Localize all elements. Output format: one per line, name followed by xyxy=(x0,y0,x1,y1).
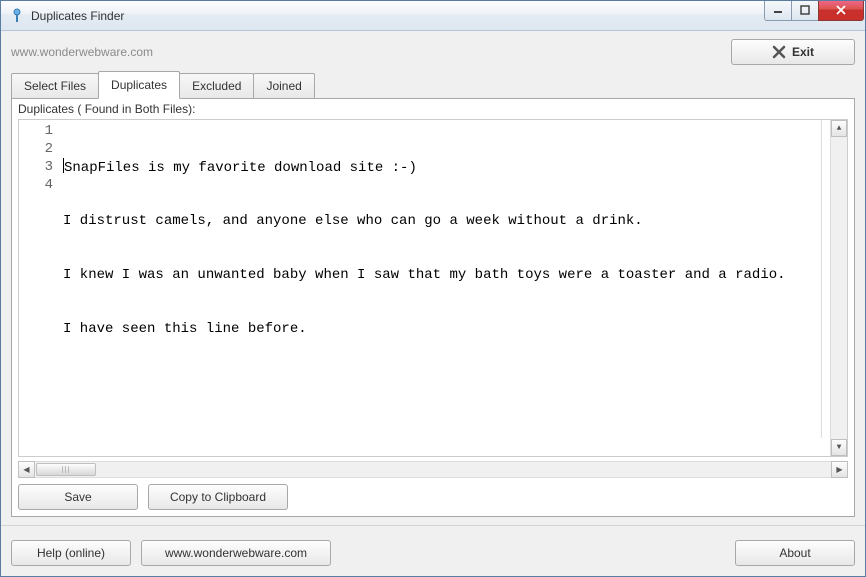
app-window: Duplicates Finder www.wonderwebware.com … xyxy=(0,0,866,577)
editor-line: SnapFiles is my favorite download site :… xyxy=(64,160,417,176)
window-controls xyxy=(765,1,864,21)
editor-content[interactable]: SnapFiles is my favorite download site :… xyxy=(59,120,830,456)
tab-select-files[interactable]: Select Files xyxy=(11,73,99,99)
exit-x-icon xyxy=(772,45,786,59)
help-online-button[interactable]: Help (online) xyxy=(11,540,131,566)
text-editor[interactable]: 1234 SnapFiles is my favorite download s… xyxy=(18,119,848,457)
exit-button[interactable]: Exit xyxy=(731,39,855,65)
editor-line: I knew I was an unwanted baby when I saw… xyxy=(63,267,786,283)
tab-joined[interactable]: Joined xyxy=(253,73,314,99)
scroll-right-arrow-icon[interactable]: ▶ xyxy=(831,461,848,478)
website-button[interactable]: www.wonderwebware.com xyxy=(141,540,331,566)
footer-divider xyxy=(1,525,865,526)
horizontal-scrollbar[interactable]: ◀ ▶ xyxy=(18,461,848,478)
scroll-down-arrow-icon[interactable]: ▼ xyxy=(831,439,847,456)
maximize-button[interactable] xyxy=(791,1,819,21)
tab-duplicates[interactable]: Duplicates xyxy=(98,71,180,99)
tab-strip: Select Files Duplicates Excluded Joined xyxy=(11,73,855,99)
footer-bar: Help (online) www.wonderwebware.com Abou… xyxy=(11,540,855,566)
vertical-scrollbar[interactable]: ▲ ▼ xyxy=(830,120,847,456)
titlebar[interactable]: Duplicates Finder xyxy=(1,1,865,31)
editor-line: I distrust camels, and anyone else who c… xyxy=(63,213,643,229)
duplicates-panel: Duplicates ( Found in Both Files): 1234 … xyxy=(11,98,855,517)
save-button[interactable]: Save xyxy=(18,484,138,510)
top-toolbar: www.wonderwebware.com Exit xyxy=(11,39,855,65)
about-button[interactable]: About xyxy=(735,540,855,566)
exit-button-label: Exit xyxy=(792,45,814,59)
close-button[interactable] xyxy=(818,1,864,21)
site-label: www.wonderwebware.com xyxy=(11,45,153,59)
app-icon xyxy=(9,8,25,24)
content-area: www.wonderwebware.com Exit Select Files … xyxy=(1,31,865,576)
copy-to-clipboard-button[interactable]: Copy to Clipboard xyxy=(148,484,288,510)
hscroll-thumb[interactable] xyxy=(36,463,96,476)
scroll-up-arrow-icon[interactable]: ▲ xyxy=(831,120,847,137)
panel-heading: Duplicates ( Found in Both Files): xyxy=(12,99,854,119)
minimize-button[interactable] xyxy=(764,1,792,21)
scroll-left-arrow-icon[interactable]: ◀ xyxy=(18,461,35,478)
line-number-gutter: 1234 xyxy=(19,120,59,456)
right-margin-line xyxy=(821,120,822,438)
editor-line: I have seen this line before. xyxy=(63,321,307,337)
tab-excluded[interactable]: Excluded xyxy=(179,73,254,99)
panel-actions: Save Copy to Clipboard xyxy=(12,484,854,516)
hscroll-track[interactable] xyxy=(34,462,832,477)
window-title: Duplicates Finder xyxy=(31,9,765,23)
